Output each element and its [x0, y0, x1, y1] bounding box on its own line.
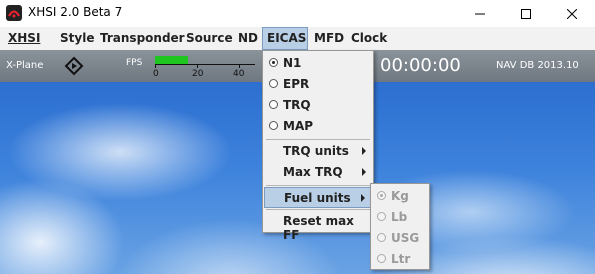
close-icon: [567, 8, 577, 19]
fps-tick-40: 40: [233, 69, 245, 79]
submenu-item-usg: USG: [372, 228, 428, 249]
menu-item-label: MAP: [283, 119, 314, 133]
fuel-units-submenu: Kg Lb USG Ltr: [370, 183, 430, 270]
menu-item-trq-units[interactable]: TRQ units: [264, 141, 372, 162]
radio-checked-icon: [269, 58, 278, 67]
menu-item-label: Fuel units: [284, 191, 351, 205]
minimize-button[interactable]: [457, 0, 503, 27]
menu-item-reset-max-ff[interactable]: Reset max FF: [264, 211, 372, 242]
menu-item-label: EPR: [283, 77, 310, 91]
menu-item-map[interactable]: MAP: [264, 116, 372, 137]
submenu-item-label: Ltr: [391, 252, 411, 266]
nav-db-label: NAV DB 2013.10: [496, 60, 579, 71]
submenu-item-label: Lb: [391, 210, 408, 224]
menu-clock[interactable]: Clock: [351, 27, 387, 50]
menu-separator: [266, 139, 370, 140]
menu-item-label: Reset max FF: [283, 214, 354, 242]
menu-item-fuel-units[interactable]: Fuel units: [264, 187, 372, 208]
menu-item-label: Max TRQ: [283, 165, 343, 179]
submenu-arrow-icon: [361, 194, 365, 202]
radio-icon: [377, 233, 386, 242]
radio-checked-icon: [377, 191, 386, 200]
fps-label: FPS: [126, 58, 143, 68]
radio-icon: [377, 212, 386, 221]
source-label: X-Plane: [6, 60, 44, 71]
submenu-item-label: Kg: [391, 189, 409, 203]
fps-bar: [155, 56, 188, 64]
submenu-item-lb: Lb: [372, 207, 428, 228]
menu-item-epr[interactable]: EPR: [264, 74, 372, 95]
submenu-arrow-icon: [362, 168, 366, 176]
close-button[interactable]: [549, 0, 595, 27]
menu-eicas[interactable]: EICAS: [262, 27, 308, 50]
clock-display: 00:00:00: [380, 55, 461, 76]
radio-icon: [377, 254, 386, 263]
eicas-dropdown: N1 EPR TRQ MAP TRQ units Max TRQ Fuel un…: [262, 50, 374, 242]
menu-nd[interactable]: ND: [238, 27, 258, 50]
submenu-item-kg: Kg: [372, 186, 428, 207]
title-bar: XHSI 2.0 Beta 7: [0, 0, 595, 27]
app-icon: [6, 5, 22, 21]
menu-separator: [266, 185, 370, 186]
menu-item-n1[interactable]: N1: [264, 53, 372, 74]
menu-transponder[interactable]: Transponder: [100, 27, 185, 50]
window-title: XHSI 2.0 Beta 7: [28, 5, 123, 19]
radio-icon: [269, 100, 278, 109]
menu-separator: [266, 209, 370, 210]
fps-tick-0: 0: [153, 69, 159, 79]
minimize-icon: [475, 13, 485, 14]
menu-source[interactable]: Source: [186, 27, 233, 50]
submenu-arrow-icon: [362, 147, 366, 155]
maximize-button[interactable]: [503, 0, 549, 27]
menu-item-label: N1: [283, 56, 302, 70]
menu-style[interactable]: Style: [60, 27, 94, 50]
maximize-icon: [521, 8, 531, 19]
fps-tick-20: 20: [192, 69, 204, 79]
connection-icon: [64, 56, 84, 76]
menu-item-trq[interactable]: TRQ: [264, 95, 372, 116]
menu-item-label: TRQ units: [283, 144, 349, 158]
menu-item-max-trq[interactable]: Max TRQ: [264, 162, 372, 183]
radio-icon: [269, 79, 278, 88]
menu-item-label: TRQ: [283, 98, 311, 112]
submenu-item-label: USG: [391, 231, 420, 245]
menu-xhsi[interactable]: XHSI: [8, 27, 40, 50]
submenu-item-ltr: Ltr: [372, 249, 428, 270]
radio-icon: [269, 121, 278, 130]
menu-mfd[interactable]: MFD: [314, 27, 344, 50]
